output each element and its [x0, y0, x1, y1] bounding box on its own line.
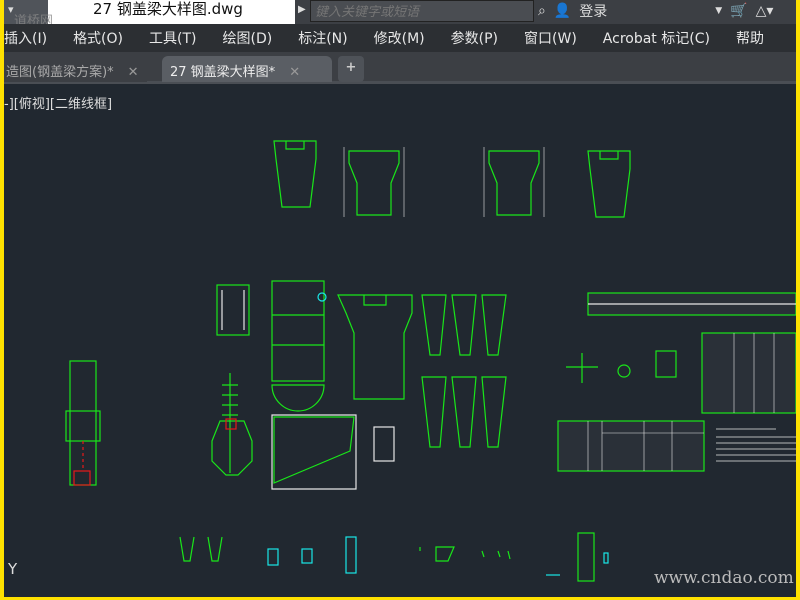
- viewport-label[interactable]: -][俯视][二维线框]: [4, 93, 112, 112]
- autodesk-icon[interactable]: △▾: [756, 3, 774, 19]
- cap-beam-outline-1: [273, 140, 317, 208]
- new-tab-button[interactable]: +: [338, 56, 364, 82]
- front-elevation: [337, 294, 413, 400]
- ucs-icon: Y: [8, 560, 18, 578]
- title-bar: ▾ 27 钢盖梁大样图.dwg 道桥网 ▶ ⌕ 👤 登录 ▼ 🛒 △▾: [4, 0, 796, 29]
- menu-bar: 插入(I) 格式(O) 工具(T) 绘图(D) 标注(N) 修改(M) 参数(P…: [4, 24, 796, 52]
- notes: [716, 428, 796, 462]
- table-top: [587, 292, 796, 316]
- tab-label: 27 钢盖梁大样图*: [170, 65, 276, 80]
- binoculars-icon[interactable]: ⌕: [538, 3, 546, 19]
- menu-parametric[interactable]: 参数(P): [451, 28, 498, 48]
- login-button[interactable]: 登录: [579, 1, 607, 21]
- plan-view: [271, 414, 395, 490]
- menu-help[interactable]: 帮助: [736, 28, 764, 48]
- autocad-window: ▾ 27 钢盖梁大样图.dwg 道桥网 ▶ ⌕ 👤 登录 ▼ 🛒 △▾ 插入(I…: [4, 0, 796, 597]
- pier-column-left: [65, 360, 101, 486]
- tab-label: 造图(钢盖梁方案)*: [6, 65, 114, 80]
- table-bottom: [557, 420, 705, 472]
- cap-beam-outline-3: [483, 147, 545, 217]
- user-icon[interactable]: 👤: [554, 3, 571, 19]
- side-elevation: [271, 280, 327, 412]
- cap-beam-outline-4: [587, 150, 631, 218]
- menu-insert[interactable]: 插入(I): [4, 28, 47, 48]
- file-tabs: 造图(钢盖梁方案)* ✕ 27 钢盖梁大样图* ✕ +: [4, 52, 796, 84]
- connection-details: [566, 350, 677, 383]
- watermark: www.cndao.com: [654, 568, 794, 588]
- cart-icon[interactable]: 🛒: [730, 3, 747, 19]
- menu-dimension[interactable]: 标注(N): [298, 28, 347, 48]
- cap-beam-outline-2: [343, 147, 405, 217]
- rebar-section-a: [216, 284, 250, 336]
- document-title: 27 钢盖梁大样图.dwg: [48, 0, 295, 24]
- menu-format[interactable]: 格式(O): [73, 28, 123, 48]
- dropdown-icon[interactable]: ▼: [715, 6, 722, 16]
- expand-arrow-icon[interactable]: ▶: [298, 4, 306, 15]
- tab-steel-cap-beam-plan[interactable]: 造图(钢盖梁方案)* ✕: [4, 56, 147, 82]
- menu-draw[interactable]: 绘图(D): [223, 28, 273, 48]
- small-parts: [179, 532, 609, 582]
- tab-steel-cap-beam-detail[interactable]: 27 钢盖梁大样图* ✕: [162, 56, 332, 82]
- search-input[interactable]: [310, 0, 534, 22]
- table-right: [701, 332, 796, 414]
- close-icon[interactable]: ✕: [289, 65, 300, 80]
- menu-acrobat[interactable]: Acrobat 标记(C): [603, 28, 710, 48]
- title-text: 27 钢盖梁大样图.dwg: [93, 0, 243, 18]
- web-plates: [421, 294, 507, 448]
- menu-window[interactable]: 窗口(W): [524, 28, 577, 48]
- drawing-canvas[interactable]: [4, 85, 796, 597]
- pier-rebar: [211, 373, 253, 476]
- menu-modify[interactable]: 修改(M): [374, 28, 425, 48]
- menu-tools[interactable]: 工具(T): [149, 28, 196, 48]
- close-icon[interactable]: ✕: [128, 65, 139, 80]
